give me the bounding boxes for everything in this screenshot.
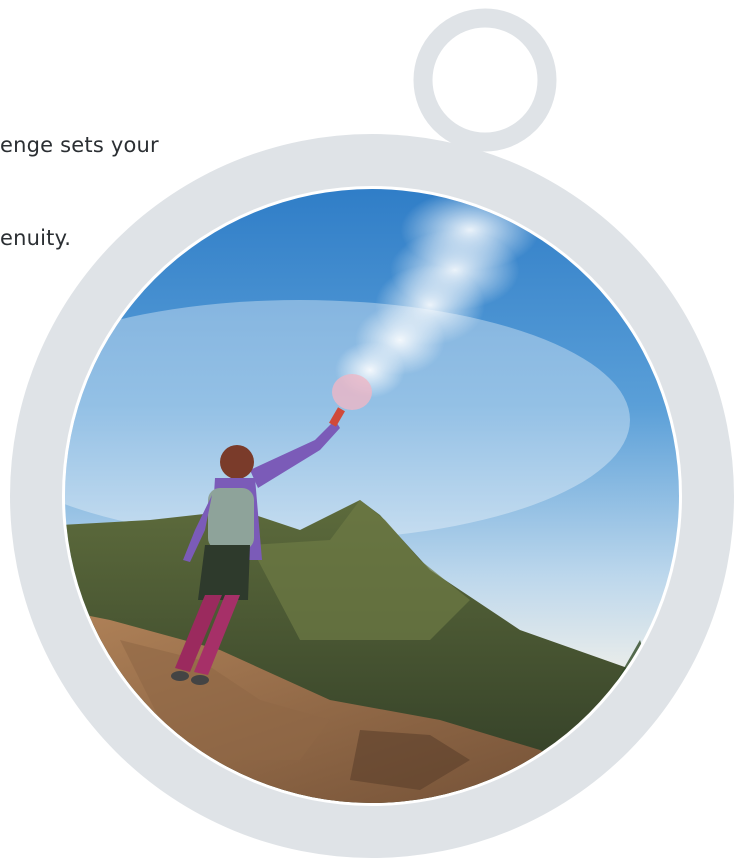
medallion-loop (413, 8, 557, 152)
medallion-illustration (10, 8, 734, 858)
